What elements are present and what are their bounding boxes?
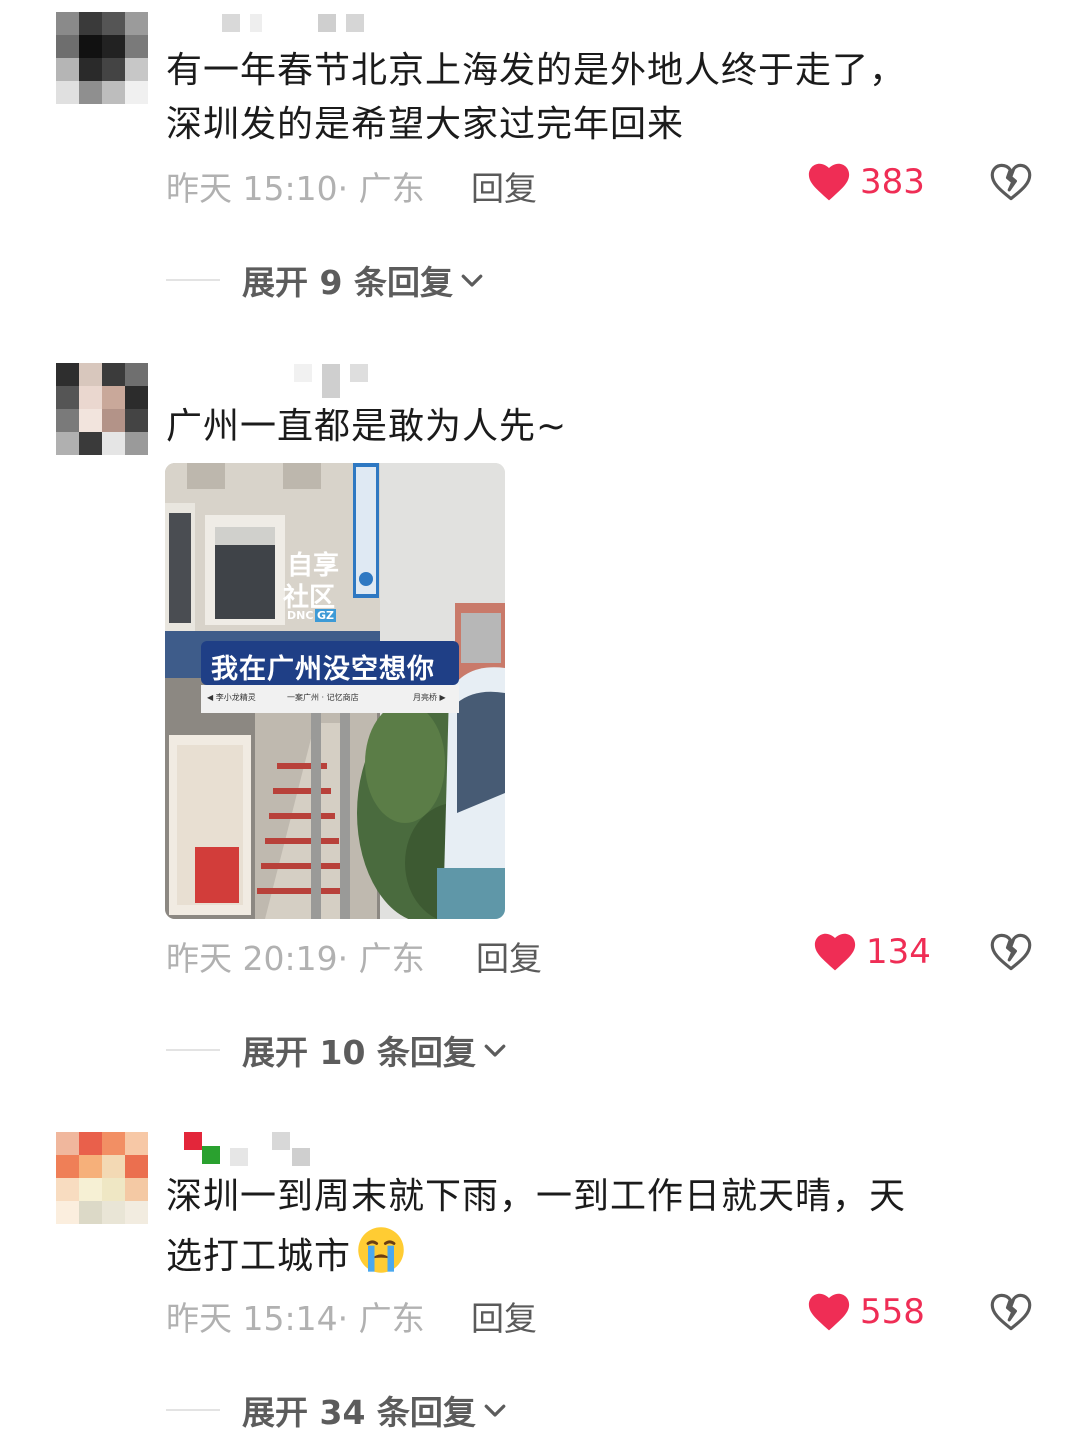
like-count: 383	[860, 162, 925, 202]
like-button[interactable]: 558	[808, 1292, 925, 1332]
chevron-down-icon	[484, 1404, 506, 1417]
broken-heart-icon	[990, 163, 1032, 201]
heart-icon	[814, 933, 856, 971]
comment-text: 广州一直都是敢为人先~	[166, 406, 568, 447]
heart-icon	[808, 163, 850, 201]
comment-text: 有一年春节北京上海发的是外地人终于走了， 深圳发的是希望大家过完年回来	[166, 50, 907, 145]
street-sign-right: 月亮桥 ▶	[413, 693, 446, 702]
username-blurred[interactable]	[222, 14, 364, 32]
loudly-crying-face-icon	[355, 1224, 407, 1292]
broken-heart-icon	[990, 933, 1032, 971]
comment-text: 深圳一到周末就下雨，一到工作日就天晴，天 选打工城市	[166, 1170, 1016, 1292]
street-sign-mid: 一案广州 · 记忆商店	[287, 693, 359, 702]
avatar[interactable]	[56, 363, 148, 455]
like-button[interactable]: 134	[814, 932, 931, 972]
dislike-button[interactable]	[990, 932, 1032, 976]
heart-icon	[808, 1293, 850, 1331]
divider	[166, 279, 220, 281]
username-blurred[interactable]	[294, 364, 368, 398]
street-sign-main: 我在广州没空想你	[211, 654, 435, 685]
chevron-down-icon	[461, 274, 483, 287]
divider	[166, 1409, 220, 1411]
expand-replies[interactable]: 展开 9 条回复	[166, 256, 487, 304]
street-photo	[165, 463, 505, 919]
dislike-button[interactable]	[990, 162, 1032, 206]
reply-button[interactable]: 回复	[476, 932, 542, 980]
like-button[interactable]: 383	[808, 162, 925, 202]
like-count: 134	[866, 932, 931, 972]
comment-meta: 昨天 15:10· 广东	[166, 169, 425, 208]
comment-meta: 昨天 15:14· 广东	[166, 1299, 425, 1338]
comment-image[interactable]: 我在广州没空想你 ◀ 李小龙精灵 一案广州 · 记忆商店 月亮桥 ▶ 自享 社区…	[165, 463, 505, 919]
expand-replies[interactable]: 展开 10 条回复	[166, 1026, 510, 1074]
reply-button[interactable]: 回复	[471, 162, 537, 210]
username-blurred[interactable]	[184, 1132, 310, 1166]
broken-heart-icon	[990, 1293, 1032, 1331]
avatar[interactable]	[56, 1132, 148, 1224]
building-sign-4: GZ	[315, 609, 337, 622]
expand-replies[interactable]: 展开 34 条回复	[166, 1386, 510, 1434]
comment-meta: 昨天 20:19· 广东	[166, 939, 425, 978]
chevron-down-icon	[484, 1044, 506, 1057]
street-sign-left: ◀ 李小龙精灵	[207, 693, 256, 702]
divider	[166, 1049, 220, 1051]
building-sign-3: DNC	[287, 609, 314, 622]
like-count: 558	[860, 1292, 925, 1332]
reply-button[interactable]: 回复	[471, 1292, 537, 1340]
dislike-button[interactable]	[990, 1292, 1032, 1336]
avatar[interactable]	[56, 12, 148, 104]
